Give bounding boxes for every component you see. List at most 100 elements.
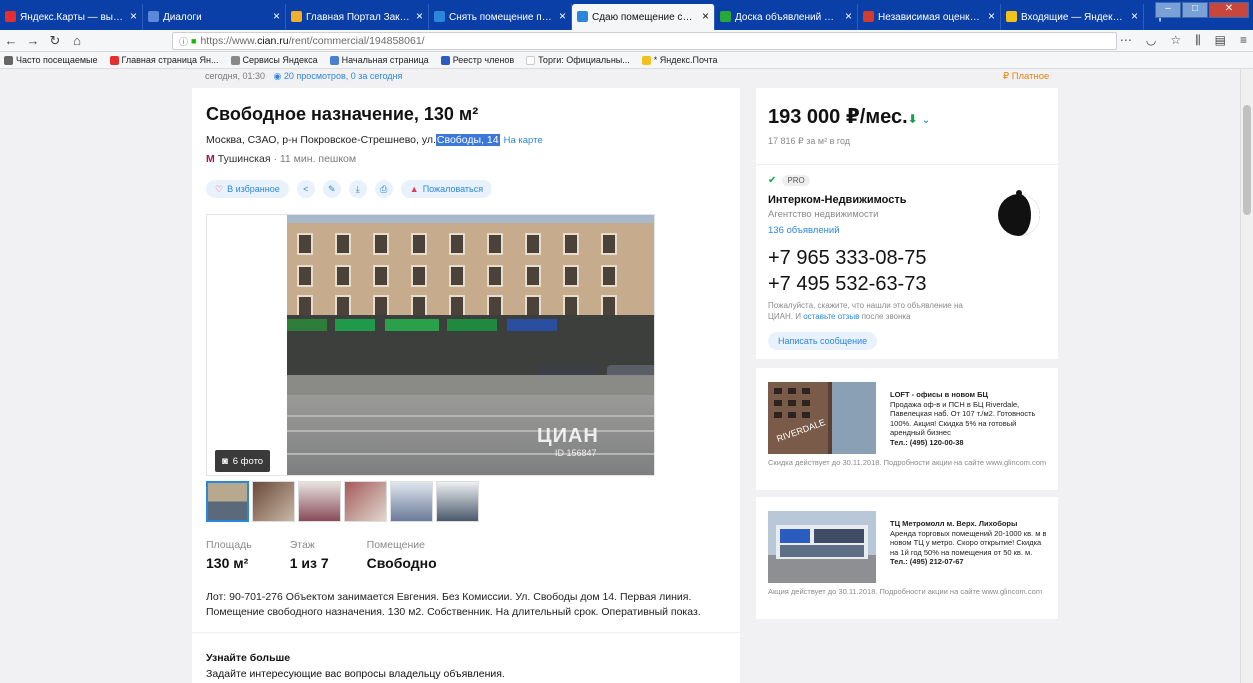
print-icon: ⎙ bbox=[380, 183, 388, 194]
metro-icon: M bbox=[206, 153, 215, 165]
agent-name[interactable]: Интерком-Недвижимость bbox=[768, 194, 906, 206]
stat-label: Этаж bbox=[289, 539, 315, 551]
complain-label: Пожаловаться bbox=[422, 184, 484, 194]
browser-tab-active[interactable]: Сдаю помещение свободно × bbox=[572, 4, 715, 30]
thumbnail[interactable] bbox=[344, 481, 387, 522]
browser-tab[interactable]: Входящие — Яндекс.Почта × bbox=[1001, 4, 1144, 30]
bookmark-label: Начальная страница bbox=[341, 55, 429, 65]
window-row bbox=[297, 265, 617, 287]
close-icon[interactable]: × bbox=[130, 9, 137, 23]
close-icon[interactable]: × bbox=[416, 9, 423, 23]
main-photo[interactable]: ЦИАН ID 156847 bbox=[287, 215, 654, 475]
learn-more-subtitle: Задайте интересующие вас вопросы владель… bbox=[206, 668, 505, 680]
tab-title: Яндекс.Карты — выбирайте bbox=[20, 11, 124, 23]
shop-sign bbox=[507, 319, 557, 331]
ad-card[interactable]: RIVERDALE LOFT - офисы в новом БЦ Продаж… bbox=[756, 368, 1058, 490]
sidebar-icon[interactable]: ▤ bbox=[1215, 33, 1226, 48]
menu-icon[interactable]: ≡ bbox=[1240, 33, 1247, 48]
thumbnail[interactable] bbox=[252, 481, 295, 522]
close-icon[interactable]: × bbox=[702, 9, 709, 23]
bookmark-item[interactable]: Реестр членов bbox=[440, 55, 515, 65]
tab-title: Сдаю помещение свободно bbox=[592, 11, 696, 23]
window-row bbox=[297, 233, 617, 255]
edit-button[interactable]: ✎ bbox=[322, 180, 341, 198]
ad-card[interactable]: ТЦ Метромолл м. Верх. Лихоборы Аренда то… bbox=[756, 497, 1058, 619]
photo-count-button[interactable]: ◙ 6 фото bbox=[215, 450, 271, 472]
browser-tab[interactable]: Яндекс.Карты — выбирайте × bbox=[0, 4, 143, 30]
maximize-button[interactable]: □ bbox=[1182, 2, 1208, 18]
phone-secondary[interactable]: +7 495 532-63-73 bbox=[768, 273, 926, 296]
url-bar[interactable]: ⓘ ■ https://www. cian.ru/rent/commercial/… bbox=[172, 32, 1117, 50]
call-note: Пожалуйста, скажите, что нашли это объяв… bbox=[768, 300, 968, 322]
library-icon[interactable]: ⫼ bbox=[1195, 33, 1201, 48]
bookmark-item[interactable]: Сервисы Яндекса bbox=[230, 55, 318, 65]
window-row bbox=[297, 295, 617, 317]
browser-tab[interactable]: Главная Портал Закупок × bbox=[286, 4, 429, 30]
views-link[interactable]: 20 просмотров, 0 за сегодня bbox=[284, 71, 402, 81]
reload-icon[interactable]: ↻ bbox=[44, 33, 66, 49]
bookmark-item[interactable]: Главная страница Ян... bbox=[109, 55, 219, 65]
bookmark-item[interactable]: Торги: Официальны... bbox=[526, 55, 630, 65]
page-scrollbar[interactable] bbox=[1240, 69, 1253, 683]
download-button[interactable]: ⤓ bbox=[348, 180, 367, 198]
back-icon[interactable]: ← bbox=[0, 33, 22, 48]
photo-gallery[interactable]: ЦИАН ID 156847 ◙ 6 фото bbox=[206, 214, 655, 476]
bookmark-item[interactable]: Часто посещаемые bbox=[4, 55, 98, 65]
agent-listings-link[interactable]: 136 объявлений bbox=[768, 225, 840, 236]
favorite-label: В избранное bbox=[227, 184, 280, 194]
yandex-icon bbox=[109, 55, 119, 65]
review-link[interactable]: оставьте отзыв bbox=[803, 312, 859, 321]
page-icon bbox=[526, 55, 536, 65]
metro-station[interactable]: Тушинская bbox=[218, 153, 271, 165]
info-icon[interactable]: ⓘ bbox=[179, 35, 188, 48]
listing-actions: ♡ В избранное < ✎ ⤓ ⎙ ▲ Пожаловаться bbox=[206, 180, 493, 198]
chevron-down-icon[interactable]: ⌄ bbox=[922, 115, 930, 126]
tab-title: Снять помещение под обще bbox=[449, 11, 553, 23]
address-street[interactable]: Свободы, 14 bbox=[435, 134, 500, 146]
close-icon[interactable]: × bbox=[273, 9, 280, 23]
close-icon[interactable]: × bbox=[1131, 9, 1138, 23]
listing-meta: сегодня, 01:30 ◉ 20 просмотров, 0 за сег… bbox=[205, 71, 402, 82]
thumbnail[interactable] bbox=[206, 481, 249, 522]
map-link[interactable]: На карте bbox=[504, 135, 543, 146]
minimize-button[interactable]: – bbox=[1155, 2, 1181, 18]
browser-tab[interactable]: Независимая оценка недви × bbox=[858, 4, 1001, 30]
thumbnail[interactable] bbox=[390, 481, 433, 522]
window-close-button[interactable]: ✕ bbox=[1209, 2, 1249, 18]
pro-label: PRO bbox=[782, 175, 810, 186]
scrollbar-thumb[interactable] bbox=[1243, 105, 1251, 215]
url-domain: cian.ru bbox=[257, 35, 289, 47]
favorite-button[interactable]: ♡ В избранное bbox=[206, 180, 289, 198]
browser-tab[interactable]: Снять помещение под обще × bbox=[429, 4, 572, 30]
bookmark-star-icon[interactable]: ☆ bbox=[1170, 33, 1181, 48]
home-icon[interactable]: ⌂ bbox=[66, 33, 88, 48]
forward-icon[interactable]: → bbox=[22, 33, 44, 48]
cian-favicon-icon bbox=[434, 11, 445, 22]
bookmark-item[interactable]: Начальная страница bbox=[329, 55, 429, 65]
close-icon[interactable]: × bbox=[845, 9, 852, 23]
page-actions-icon[interactable]: ⋯ bbox=[1120, 33, 1132, 48]
print-button[interactable]: ⎙ bbox=[374, 180, 393, 198]
bookmark-label: Реестр членов bbox=[452, 55, 515, 65]
bookmark-item[interactable]: * Яндекс.Почта bbox=[641, 55, 718, 65]
complain-button[interactable]: ▲ Пожаловаться bbox=[400, 180, 493, 198]
browser-tab[interactable]: Диалоги × bbox=[143, 4, 286, 30]
close-icon[interactable]: × bbox=[988, 9, 995, 23]
write-message-button[interactable]: Написать сообщение bbox=[768, 332, 878, 350]
bookmark-label: * Яндекс.Почта bbox=[653, 55, 718, 65]
thumbnail[interactable] bbox=[436, 481, 479, 522]
shop-sign bbox=[287, 319, 327, 331]
pocket-icon[interactable]: ◡ bbox=[1146, 33, 1156, 48]
ad-footnote: Скидка действует до 30.11.2018. Подробно… bbox=[768, 458, 1047, 467]
bookmark-label: Сервисы Яндекса bbox=[242, 55, 318, 65]
phone-primary[interactable]: +7 965 333-08-75 bbox=[768, 247, 926, 270]
ad-text: LOFT - офисы в новом БЦ Продажа оф-в и П… bbox=[890, 390, 1050, 447]
stat-label: Помещение bbox=[366, 539, 425, 551]
shop-sign bbox=[447, 319, 497, 331]
close-icon[interactable]: × bbox=[559, 9, 566, 23]
bookmark-label: Часто посещаемые bbox=[16, 55, 98, 65]
thumbnail[interactable] bbox=[298, 481, 341, 522]
share-button[interactable]: < bbox=[296, 180, 315, 198]
stat-value: 1 из 7 bbox=[289, 555, 329, 571]
browser-tab[interactable]: Доска объявлений от частн × bbox=[715, 4, 858, 30]
